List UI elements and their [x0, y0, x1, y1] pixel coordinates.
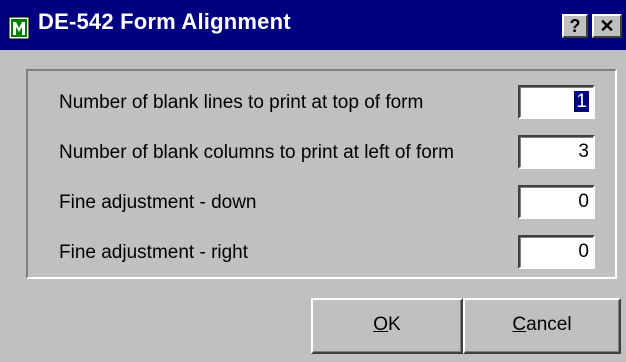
cancel-label-rest: ancel [526, 314, 572, 335]
fine-adjust-down-label: Fine adjustment - down [59, 192, 257, 213]
form-alignment-dialog: DE-542 Form Alignment ? ✕ Number of blan… [0, 0, 626, 362]
app-icon [8, 16, 30, 40]
blank-columns-input[interactable]: 3 [518, 135, 595, 169]
fine-adjust-right-input[interactable]: 0 [518, 235, 595, 269]
blank-columns-label: Number of blank columns to print at left… [59, 142, 454, 163]
help-button[interactable]: ? [562, 14, 588, 38]
title-bar[interactable]: DE-542 Form Alignment ? ✕ [0, 0, 626, 50]
fine-adjust-right-label: Fine adjustment - right [59, 242, 249, 263]
cancel-mnemonic: C [512, 314, 527, 335]
fine-adjust-down-input[interactable]: 0 [518, 185, 595, 219]
cancel-button[interactable]: Cancel [463, 298, 621, 354]
ok-label-rest: K [388, 314, 401, 335]
ok-mnemonic: O [373, 314, 389, 335]
window-title: DE-542 Form Alignment [38, 9, 291, 34]
blank-lines-input[interactable]: 1 [518, 85, 595, 119]
blank-lines-value: 1 [574, 91, 589, 112]
close-button[interactable]: ✕ [592, 14, 622, 38]
blank-lines-label: Number of blank lines to print at top of… [59, 92, 424, 113]
ok-button[interactable]: OK [311, 298, 463, 354]
